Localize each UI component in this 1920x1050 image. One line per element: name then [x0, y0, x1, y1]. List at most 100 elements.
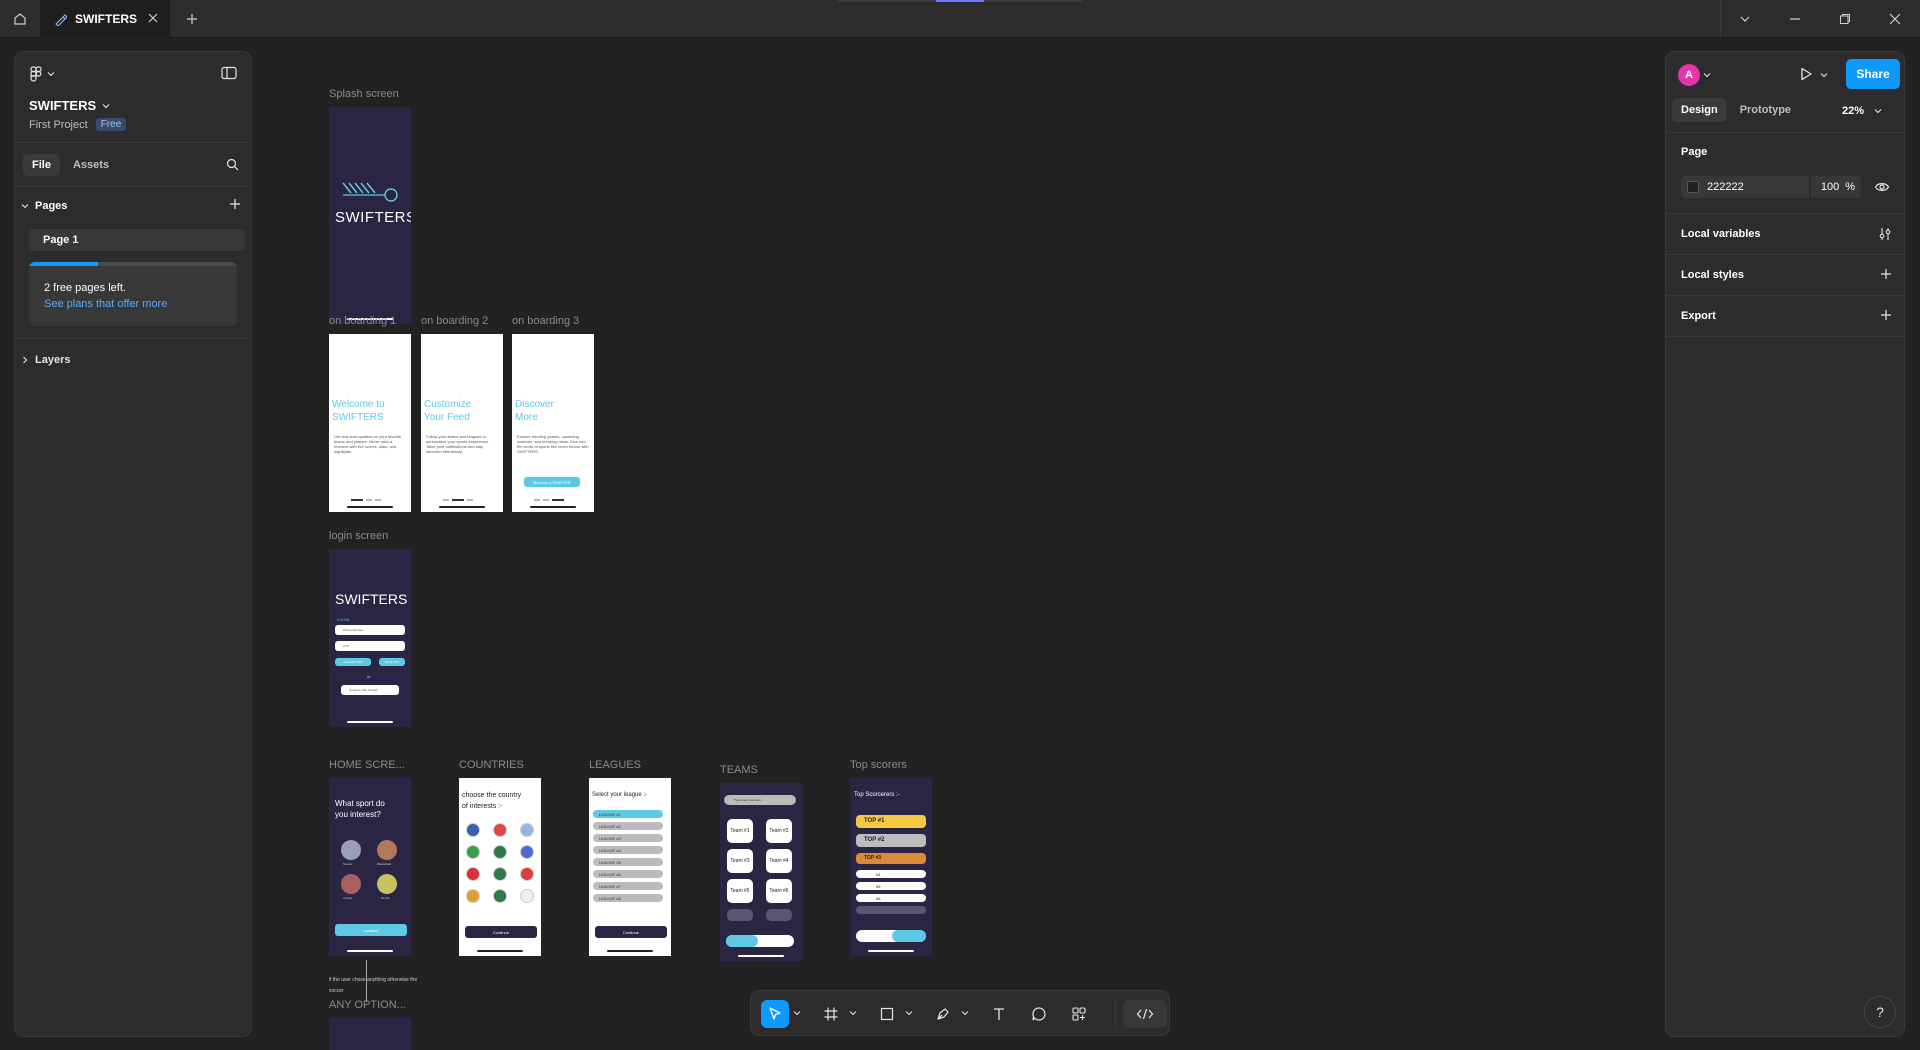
layers-header[interactable]: Layers — [21, 354, 70, 366]
new-tab-button[interactable] — [180, 0, 204, 38]
actions-button[interactable] — [1065, 1000, 1093, 1028]
frame-onboarding-1[interactable]: Welcome to SWIFTERS Get real-time update… — [329, 334, 411, 512]
chevron-down-icon[interactable] — [1820, 71, 1828, 79]
restore-icon — [1840, 14, 1850, 24]
frame-label-any-option[interactable]: ANY OPTION... — [329, 999, 406, 1011]
frame-any-option[interactable] — [329, 1018, 411, 1050]
bottom-nav-active — [892, 930, 926, 942]
pages-usage-bar — [29, 262, 237, 266]
frame-label-home[interactable]: HOME SCRE... — [329, 759, 405, 771]
onboarding-title-line2: SWIFTERS — [332, 412, 384, 423]
frame-label-onboarding-1[interactable]: on boarding 1 — [329, 315, 396, 327]
frame-onboarding-3[interactable]: Discover More Explore trending games, up… — [512, 334, 594, 512]
close-tab-icon[interactable] — [146, 11, 160, 25]
add-style-icon[interactable] — [1880, 268, 1892, 280]
text-tool-button[interactable] — [985, 1000, 1013, 1028]
tab-file[interactable]: File — [23, 154, 60, 176]
percent-sign: % — [1845, 181, 1855, 193]
scorer-item: #5 — [856, 882, 926, 890]
file-name-button[interactable]: SWIFTERS — [29, 98, 110, 113]
pen-tool-button[interactable] — [929, 1000, 957, 1028]
upsell-link[interactable]: See plans that offer more — [44, 298, 167, 310]
chevron-down-icon — [21, 204, 29, 209]
frame-label-onboarding-2[interactable]: on boarding 2 — [421, 315, 488, 327]
variables-settings-icon[interactable] — [1878, 227, 1892, 241]
shape-tool-button[interactable] — [873, 1000, 901, 1028]
color-swatch[interactable] — [1687, 181, 1699, 193]
comment-tool-button[interactable] — [1025, 1000, 1053, 1028]
page-section-title: Page — [1681, 146, 1708, 158]
search-button[interactable] — [226, 158, 239, 174]
page-color-field[interactable]: 222222 — [1681, 176, 1809, 198]
pages-title: Pages — [35, 200, 68, 212]
zoom-dropdown[interactable]: 22% — [1842, 105, 1882, 117]
add-export-icon[interactable] — [1880, 309, 1892, 321]
continue-button: Continue — [595, 926, 667, 938]
frame-label-top-scorers[interactable]: Top scorers — [850, 759, 907, 771]
chevron-down-icon[interactable] — [849, 1009, 857, 1017]
add-page-icon[interactable] — [229, 198, 241, 210]
design-canvas[interactable]: Splash screen SWIFTERS on boarding 1 Wel… — [0, 38, 1920, 1050]
project-name[interactable]: First Project — [29, 119, 88, 131]
top-scorers-title: Top Scorcerers :- — [854, 792, 900, 798]
countries-title-line2: of interests :- — [462, 803, 503, 810]
minimize-button[interactable] — [1770, 0, 1820, 38]
scorer-item-faded — [856, 906, 926, 914]
present-play-icon[interactable] — [1798, 66, 1814, 82]
share-button[interactable]: Share — [1846, 59, 1900, 89]
frame-login[interactable]: SWIFTERS LOGIN Phone Number OTP Send the… — [329, 549, 411, 727]
chevron-down-icon[interactable] — [1703, 71, 1711, 79]
chevron-down-icon[interactable] — [961, 1009, 969, 1017]
close-window-button[interactable] — [1870, 0, 1920, 38]
home-button[interactable] — [0, 0, 40, 38]
frame-home[interactable]: What sport do you interest? Soccer Baske… — [329, 778, 411, 956]
restore-button[interactable] — [1820, 0, 1870, 38]
onboarding-body: Follow your teams and leagues to persona… — [426, 434, 490, 454]
frame-tool-button[interactable] — [817, 1000, 845, 1028]
tennis-option — [377, 874, 397, 894]
upsell-text: 2 free pages left. — [44, 282, 126, 294]
bottom-nav-active — [726, 935, 758, 947]
tab-design[interactable]: Design — [1672, 98, 1727, 122]
frame-leagues[interactable]: Select your league :- LEAGUE #1 LEAGUE #… — [589, 778, 671, 956]
frame-top-scorers[interactable]: Top Scorcerers :- TOP #1 TOP #2 TOP #3 #… — [850, 778, 932, 956]
main-menu-button[interactable] — [29, 66, 55, 82]
chevron-down-icon[interactable] — [905, 1009, 913, 1017]
divider — [15, 186, 251, 187]
toggle-sidebar-button[interactable] — [221, 66, 237, 83]
onboarding-body: Get real-time updates on your favorite t… — [334, 434, 402, 454]
annotation-note[interactable]: if the user chose anything otherwise the… — [329, 975, 419, 997]
team-card-faded — [727, 909, 753, 921]
home-indicator — [347, 506, 393, 508]
frame-label-onboarding-3[interactable]: on boarding 3 — [512, 315, 579, 327]
move-tool-button[interactable] — [761, 1000, 789, 1028]
chevron-down-icon[interactable] — [793, 1009, 801, 1017]
eye-icon[interactable] — [1874, 179, 1890, 195]
dev-mode-toggle[interactable] — [1123, 1000, 1167, 1028]
onboarding-title-line2: Your Feed — [424, 412, 470, 423]
flag-icon — [466, 823, 480, 837]
countries-title-line1: choose the country — [462, 792, 522, 799]
team-card: Team #6 — [766, 879, 792, 903]
avatar[interactable]: A — [1678, 64, 1700, 86]
tabs-dropdown-button[interactable] — [1720, 0, 1770, 38]
frame-label-splash[interactable]: Splash screen — [329, 88, 399, 100]
frame-label-login[interactable]: login screen — [329, 530, 388, 542]
page-item[interactable]: Page 1 — [29, 229, 245, 251]
pages-header[interactable]: Pages — [21, 198, 245, 212]
help-button[interactable]: ? — [1864, 996, 1896, 1028]
tab-prototype[interactable]: Prototype — [1731, 98, 1800, 122]
local-variables-label[interactable]: Local variables — [1681, 228, 1761, 240]
frame-label-countries[interactable]: COUNTRIES — [459, 759, 524, 771]
flag-icon — [493, 823, 507, 837]
frame-teams[interactable]: Type team you want Team #1 Team #2 Team … — [720, 783, 802, 961]
frame-splash[interactable]: SWIFTERS — [329, 107, 411, 324]
tab-assets[interactable]: Assets — [64, 154, 118, 176]
frame-label-leagues[interactable]: LEAGUES — [589, 759, 641, 771]
file-tab[interactable]: SWIFTERS — [40, 0, 170, 38]
frame-countries[interactable]: choose the country of interests :- Conti… — [459, 778, 541, 956]
home-indicator — [477, 950, 523, 952]
frame-onboarding-2[interactable]: Customize Your Feed Follow your teams an… — [421, 334, 503, 512]
page-opacity-field[interactable]: 100 % — [1811, 176, 1861, 198]
frame-label-teams[interactable]: TEAMS — [720, 764, 758, 776]
